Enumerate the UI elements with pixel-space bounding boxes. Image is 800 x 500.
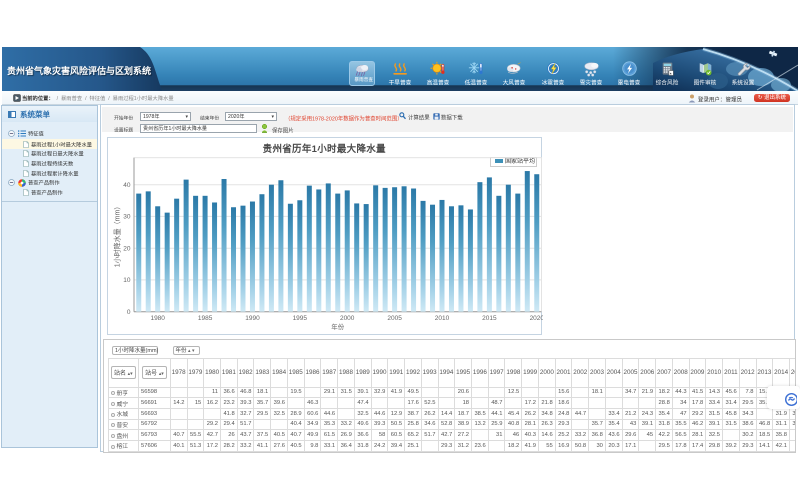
svg-text:1990: 1990: [245, 315, 260, 322]
svg-text:2020: 2020: [530, 315, 543, 322]
svg-text:1小时降水量（mm）: 1小时降水量（mm）: [113, 202, 122, 267]
svg-text:2015: 2015: [482, 315, 497, 322]
svg-text:2000: 2000: [340, 315, 355, 322]
svg-text:10: 10: [123, 277, 131, 284]
svg-text:1985: 1985: [198, 315, 213, 322]
svg-text:1980: 1980: [150, 315, 165, 322]
svg-text:年份: 年份: [331, 322, 345, 331]
svg-text:40: 40: [123, 182, 131, 189]
svg-text:1995: 1995: [293, 315, 308, 322]
svg-text:0: 0: [127, 309, 131, 316]
svg-text:30: 30: [123, 213, 131, 220]
svg-text:2010: 2010: [435, 315, 450, 322]
svg-text:20: 20: [123, 245, 131, 252]
svg-text:2005: 2005: [387, 315, 402, 322]
